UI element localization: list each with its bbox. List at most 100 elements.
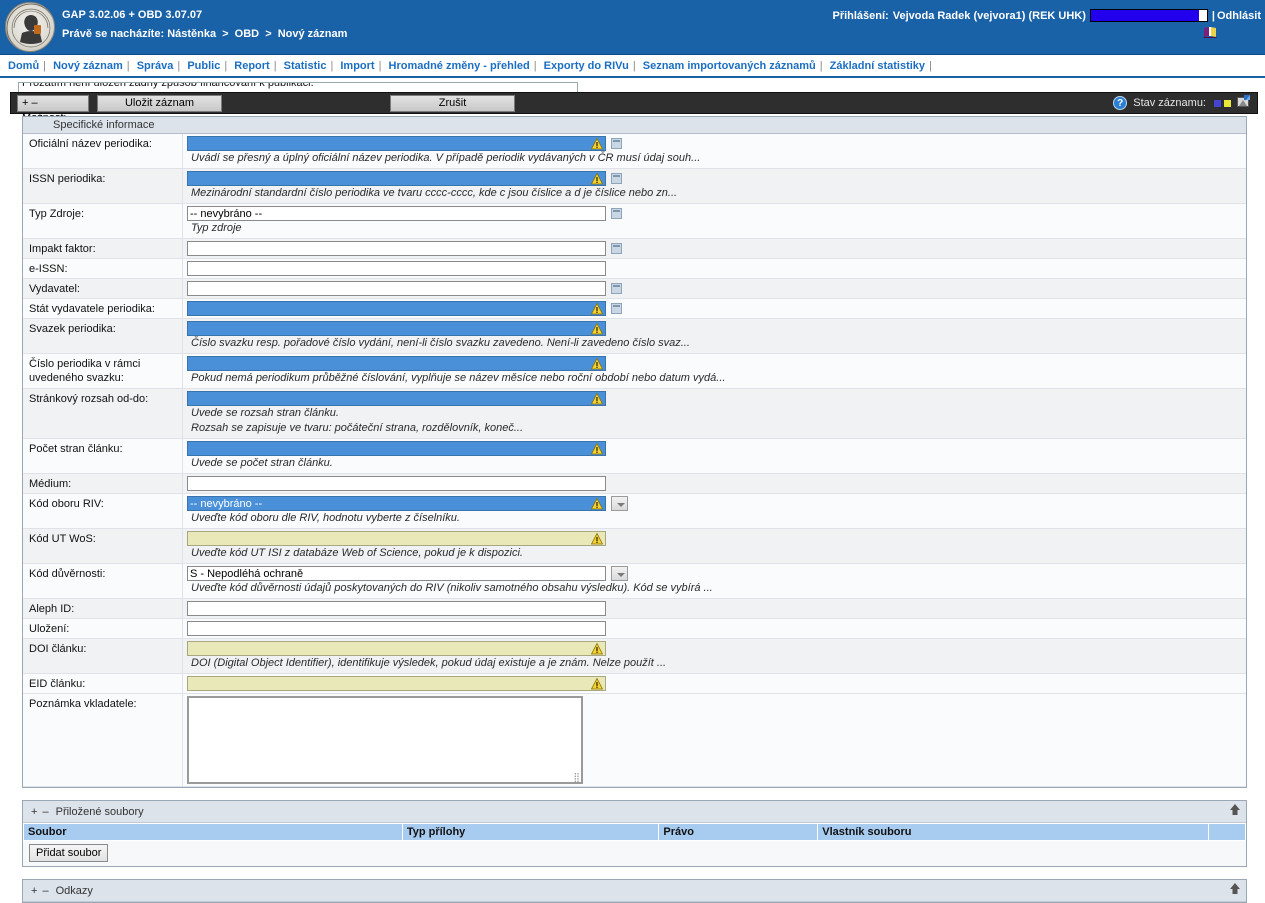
nav-item-novy-zaznam[interactable]: Nový záznam [51, 60, 125, 72]
options-toggle-button[interactable]: + – Možnosti [17, 94, 89, 124]
nav-item-zakladni-statistiky[interactable]: Základní statistiky [828, 60, 927, 72]
help-icon[interactable]: ? [1113, 96, 1128, 110]
text-input[interactable]: -- nevybráno -- [187, 496, 606, 511]
field-label: Impakt faktor: [23, 239, 183, 258]
breadcrumb-separator: > [265, 28, 272, 40]
nav-item-sprava[interactable]: Správa [135, 60, 176, 72]
nav-separator: | [273, 60, 277, 72]
field-cell: DOI (Digital Object Identifier), identif… [183, 639, 1246, 673]
breadcrumb: Právě se nacházíte: Nástěnka > OBD > Nov… [62, 26, 347, 42]
text-input[interactable] [187, 391, 606, 406]
input-wrapper [187, 321, 1246, 336]
section-toggle-icon[interactable]: + – [31, 806, 50, 818]
field-label: e-ISSN: [23, 259, 183, 278]
text-input[interactable] [187, 171, 606, 186]
attached-files-header: + – Přiložené soubory [23, 801, 1246, 823]
scroll-to-top-icon[interactable] [1228, 803, 1242, 820]
breadcrumb-item-nastenka[interactable]: Nástěnka [167, 28, 216, 40]
column-header-typ-prilohy[interactable]: Typ přílohy [401, 823, 660, 841]
field-label: Médium: [23, 474, 183, 493]
header-titles: GAP 3.02.06 + OBD 3.07.07 Právě se nachá… [62, 7, 347, 42]
field-cell: Číslo svazku resp. pořadové číslo vydání… [183, 319, 1246, 353]
text-input[interactable] [187, 136, 606, 151]
text-input[interactable] [187, 261, 606, 276]
chevron-down-icon[interactable] [611, 566, 628, 581]
form-row: DOI článku: DOI (Digital Object Identifie… [23, 639, 1246, 674]
warning-icon [591, 643, 603, 655]
poznamka-vkladatele-textarea[interactable]: ⣿ [187, 696, 583, 784]
resize-grip-icon[interactable]: ⣿ [573, 773, 580, 782]
field-hint: DOI (Digital Object Identifier), identif… [191, 657, 667, 669]
input-wrapper [187, 601, 1246, 616]
note-icon[interactable] [611, 173, 622, 184]
university-logo [5, 2, 55, 52]
scroll-to-top-icon[interactable] [1228, 882, 1242, 899]
nav-item-hromadne-zmeny[interactable]: Hromadné změny - přehled [387, 60, 532, 72]
text-input[interactable] [187, 621, 606, 636]
text-input[interactable] [187, 676, 606, 691]
text-input[interactable] [187, 321, 606, 336]
nav-separator: | [126, 60, 130, 72]
text-input[interactable] [187, 356, 606, 371]
nav-item-statistic[interactable]: Statistic [282, 60, 329, 72]
chevron-down-icon[interactable] [611, 496, 628, 511]
field-cell [183, 279, 1246, 298]
cancel-button[interactable]: Zrušit [390, 94, 515, 112]
text-input[interactable] [187, 301, 606, 316]
save-record-button[interactable]: Uložit záznam [97, 94, 222, 112]
field-hint: Uvádí se přesný a úplný oficiální název … [191, 152, 701, 164]
text-input[interactable] [187, 601, 606, 616]
nav-item-domu[interactable]: Domů [6, 60, 41, 72]
session-progress-bar [1089, 9, 1208, 22]
nav-separator: | [378, 60, 382, 72]
app-header: GAP 3.02.06 + OBD 3.07.07 Právě se nachá… [0, 0, 1265, 55]
text-input[interactable] [187, 476, 606, 491]
text-input[interactable]: S - Nepodléhá ochraně [187, 566, 606, 581]
note-icon[interactable] [611, 208, 622, 219]
text-input[interactable] [187, 281, 606, 296]
field-label: Číslo periodika v rámci uvedeného svazku… [23, 354, 183, 388]
export-icon[interactable] [1237, 95, 1251, 111]
nav-item-import[interactable]: Import [338, 60, 376, 72]
field-label: Aleph ID: [23, 599, 183, 618]
note-icon[interactable] [611, 283, 622, 294]
input-wrapper [187, 676, 1246, 691]
warning-icon [591, 678, 603, 690]
nav-separator: | [929, 60, 932, 72]
nav-item-report[interactable]: Report [232, 60, 271, 72]
links-header: + – Odkazy [23, 880, 1246, 902]
nav-item-exporty-do-rivu[interactable]: Exporty do RIVu [542, 60, 631, 72]
app-title: GAP 3.02.06 + OBD 3.07.07 [62, 9, 203, 21]
nav-item-seznam-importovanych[interactable]: Seznam importovaných záznamů [641, 60, 818, 72]
column-header-soubor[interactable]: Soubor [23, 823, 403, 841]
field-cell: S - Nepodléhá ochraně Uveďte kód důvěrnos… [183, 564, 1246, 598]
field-hint: Uveďte kód UT ISI z databáze Web of Scie… [191, 547, 523, 559]
logout-link[interactable]: Odhlásit [1217, 10, 1261, 22]
form-row: Stránkový rozsah od-do: Uvede se rozsah s… [23, 389, 1246, 439]
text-input[interactable]: -- nevybráno -- [187, 206, 606, 221]
add-file-button[interactable]: Přidat soubor [29, 844, 109, 862]
input-value: -- nevybráno -- [190, 498, 263, 510]
book-icon[interactable] [1203, 26, 1217, 41]
form-row: Kód oboru RIV: -- nevybráno -- Uveďte kód … [23, 494, 1246, 529]
text-input[interactable] [187, 531, 606, 546]
section-toggle-icon[interactable]: + – [31, 885, 50, 897]
input-value: -- nevybráno -- [190, 208, 263, 220]
field-label: Stránkový rozsah od-do: [23, 389, 183, 438]
note-icon[interactable] [611, 243, 622, 254]
warning-icon [591, 303, 603, 315]
field-label: Typ Zdroje: [23, 204, 183, 238]
column-header-pravo[interactable]: Právo [658, 823, 819, 841]
column-header-vlastnik-souboru[interactable]: Vlastník souboru [817, 823, 1210, 841]
text-input[interactable] [187, 641, 606, 656]
note-icon[interactable] [611, 138, 622, 149]
text-input[interactable] [187, 241, 606, 256]
form-row: Typ Zdroje: -- nevybráno -- Typ zdroje [23, 204, 1246, 239]
breadcrumb-item-obd[interactable]: OBD [235, 28, 259, 40]
field-hint: Uveďte kód oboru dle RIV, hodnotu vybert… [191, 512, 460, 524]
note-icon[interactable] [611, 303, 622, 314]
text-input[interactable] [187, 441, 606, 456]
warning-icon [591, 323, 603, 335]
field-hint: Pokud nemá periodikum průběžné číslování… [191, 372, 726, 384]
nav-item-public[interactable]: Public [185, 60, 222, 72]
